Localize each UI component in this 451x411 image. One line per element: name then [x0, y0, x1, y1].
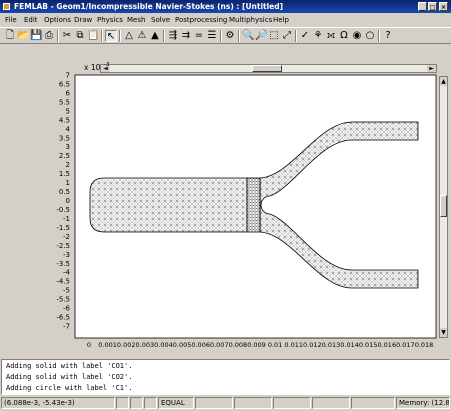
x-tick-label: 0.012	[303, 341, 322, 349]
y-tick-label: 3	[66, 143, 70, 151]
y-tick-label: -6	[63, 305, 71, 313]
equal-toggle[interactable]: EQUAL	[158, 397, 194, 409]
y-tick-label: -3	[63, 251, 70, 259]
y-tick-label: 6	[66, 89, 71, 97]
x-tick-label: 0.016	[377, 341, 396, 349]
x-tick-label: 0.004	[154, 341, 173, 349]
x-tick-label: 0.013	[322, 341, 341, 349]
y-tick-label: 6.5	[59, 80, 70, 88]
x-tick-label: 0	[87, 341, 91, 349]
y-tick-label: -7	[63, 323, 70, 331]
status-toggle[interactable]	[144, 397, 157, 409]
x-tick-label: 0.007	[210, 341, 229, 349]
log-line: Adding solid with label 'CO2'.	[6, 373, 133, 381]
status-bar: (6.088e-3, -5.43e-3) EQUAL Memory: (12.8…	[0, 396, 451, 411]
status-toggle[interactable]	[116, 397, 129, 409]
y-tick-label: -0.5	[56, 206, 70, 214]
y-axis: 76.565.554.543.532.521.510.50-0.5-1-1.5-…	[56, 72, 70, 331]
x-tick-label: 0.005	[173, 341, 192, 349]
y-tick-label: 5	[66, 107, 70, 115]
status-toggle[interactable]	[234, 397, 272, 409]
x-tick-label: 0.01	[268, 341, 282, 349]
memory-readout: Memory: (12.8 / 1	[396, 397, 450, 409]
y-tick-label: -6.5	[56, 314, 70, 322]
y-tick-label: 3.5	[59, 134, 70, 142]
y-tick-label: 5.5	[59, 98, 70, 106]
status-toggle[interactable]	[351, 397, 395, 409]
log-line: Adding circle with label 'C1'.	[6, 384, 133, 392]
y-tick-label: 1.5	[59, 170, 70, 178]
y-tick-label: 2.5	[59, 152, 70, 160]
x-tick-label: 0.018	[415, 341, 434, 349]
x-tick-label: 0.014	[340, 341, 359, 349]
x-tick-label: 0.009	[247, 341, 266, 349]
x-tick-label: 0.002	[117, 341, 136, 349]
x-tick-label: 0.015	[359, 341, 378, 349]
inlet-channel	[89, 177, 248, 233]
y-tick-label: -5.5	[56, 296, 70, 304]
geometry-plot[interactable]: x 10 -3 76.565.554.543.532.521.510.50-0.…	[0, 0, 451, 411]
y-tick-label: 4	[66, 125, 71, 133]
status-toggle[interactable]	[312, 397, 350, 409]
x-axis: 0 0.001 0.002 0.003 0.004 0.005 0.006 0.007 0.00…	[87, 341, 433, 349]
y-tick-label: -4.5	[56, 278, 70, 286]
y-tick-label: -2	[63, 233, 70, 241]
x-tick-label: 0.001	[98, 341, 117, 349]
y-tick-label: -1	[63, 215, 70, 223]
y-tick-label: -5	[63, 287, 70, 295]
y-tick-label: 1	[66, 179, 70, 187]
y-tick-label: -4	[63, 269, 71, 277]
y-tick-label: -3.5	[56, 260, 70, 268]
x-tick-label: 0.011	[284, 341, 303, 349]
y-tick-label: 0	[66, 197, 70, 205]
x-tick-label: 0.008	[229, 341, 248, 349]
y-tick-label: 0.5	[59, 188, 70, 196]
status-toggle[interactable]	[195, 397, 233, 409]
y-tick-label: -1.5	[56, 224, 70, 232]
y-axis-exponent: -3	[104, 62, 110, 68]
status-toggle[interactable]	[130, 397, 143, 409]
status-toggle[interactable]	[273, 397, 311, 409]
x-tick-label: 0.003	[136, 341, 155, 349]
x-tick-label: 0.017	[396, 341, 415, 349]
x-tick-label: 0.006	[191, 341, 210, 349]
y-axis-multiplier: x 10	[84, 63, 101, 72]
log-line: Adding solid with label 'CO1'.	[6, 362, 133, 370]
y-tick-label: -2.5	[56, 242, 70, 250]
coordinate-readout: (6.088e-3, -5.43e-3)	[1, 397, 115, 409]
y-tick-label: 2	[66, 161, 70, 169]
refined-mesh-band	[246, 177, 261, 233]
message-log: Adding solid with label 'CO1'. Adding so…	[1, 359, 450, 395]
y-tick-label: 7	[66, 72, 70, 80]
y-tick-label: 4.5	[59, 116, 70, 124]
